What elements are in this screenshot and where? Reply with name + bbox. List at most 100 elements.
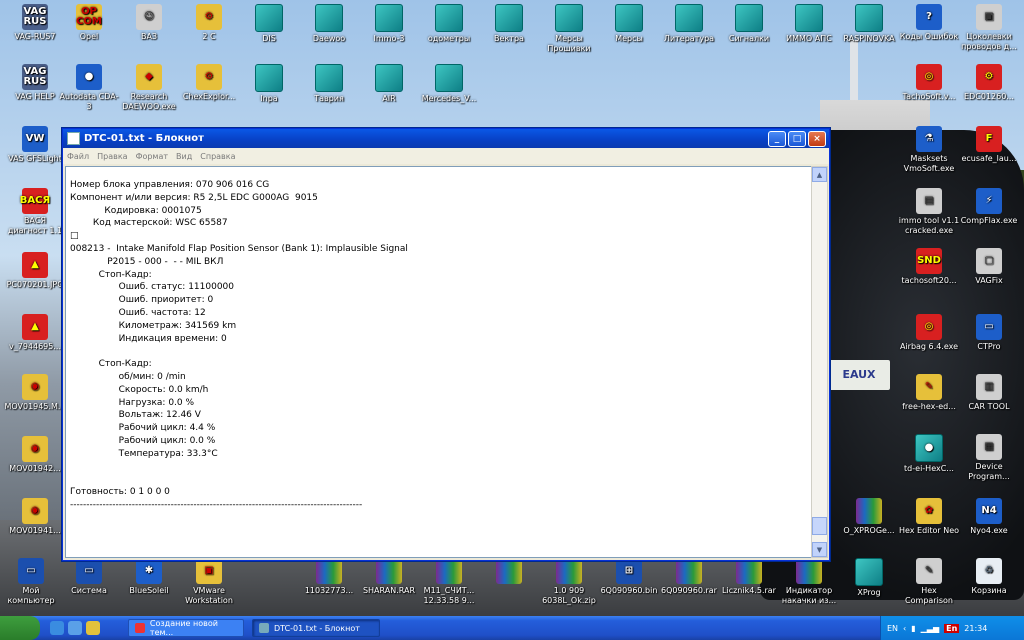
desktop-icon[interactable]: SHARAN.RAR: [358, 558, 420, 596]
desktop-icon[interactable]: ◉ MOV01942...: [4, 436, 66, 474]
desktop-icon[interactable]: ВАСЯ ВАСЯ диагност 1.1: [4, 188, 66, 236]
desktop-icon[interactable]: SND tachosoft20...: [898, 248, 960, 286]
desktop-icon[interactable]: 6Q090960.rar: [658, 558, 720, 596]
menu-item[interactable]: Вид: [176, 152, 192, 161]
desktop-icon[interactable]: одометры: [418, 4, 480, 44]
desktop-icon[interactable]: Индикатор накачки из...: [778, 558, 840, 606]
menu-item[interactable]: Файл: [67, 152, 89, 161]
desktop-icon[interactable]: Licznik4.5.rar: [718, 558, 780, 596]
desktop-icon[interactable]: Вектра: [478, 4, 540, 44]
desktop-icon[interactable]: ⊞ 6Q090960.bin: [598, 558, 660, 596]
desktop-icon[interactable]: ✎ free-hex-ed...: [898, 374, 960, 412]
desktop-icon[interactable]: M11_СЧИТ... 12.33.58 9...: [418, 558, 480, 606]
text-editor[interactable]: Номер блока управления: 070 906 016 CG Ко…: [65, 166, 813, 558]
scroll-up-icon[interactable]: ▲: [812, 167, 827, 182]
desktop-icon[interactable]: Таврия: [298, 64, 360, 104]
desktop-icon[interactable]: ИММО АПС: [778, 4, 840, 44]
app-icon: ✎: [916, 558, 942, 584]
desktop-icon[interactable]: Immo-3: [358, 4, 420, 44]
desktop-icon[interactable]: DIS: [238, 4, 300, 44]
desktop-icon-label: Opel: [79, 32, 99, 41]
menu-item[interactable]: Справка: [200, 152, 235, 161]
desktop-icon[interactable]: ▢ VAGFix: [958, 248, 1020, 286]
menu-item[interactable]: Правка: [97, 152, 127, 161]
desktop-icon[interactable]: N4 Nyo4.exe: [958, 498, 1020, 536]
desktop-icon[interactable]: O_XPROGe...: [838, 498, 900, 536]
maximize-button[interactable]: □: [788, 130, 806, 147]
task-forum[interactable]: Создание новой тем...: [128, 619, 244, 637]
locale-indicator[interactable]: EN: [887, 624, 898, 633]
desktop-icon[interactable]: VAG RUS VAG HELP: [4, 64, 66, 102]
notepad-window[interactable]: DTC-01.txt - Блокнот _ □ × Файл Правка Фор…: [62, 128, 830, 561]
desktop-icon[interactable]: ▲ PC070201.JPG: [4, 252, 66, 290]
desktop-icon[interactable]: ⚙ EDC01260...: [958, 64, 1020, 102]
desktop-icon[interactable]: ● td-ei-HexC...: [898, 434, 960, 474]
desktop-icon[interactable]: ◎ TachoSoft.v...: [898, 64, 960, 102]
quicklaunch-icon[interactable]: [86, 621, 100, 635]
desktop-icon[interactable]: [478, 558, 540, 586]
desktop-icon-label: ChexExplor...: [182, 92, 236, 101]
start-button[interactable]: [0, 616, 40, 640]
desktop-icon[interactable]: Daewoo: [298, 4, 360, 44]
clock[interactable]: 21:34: [964, 624, 987, 633]
desktop-icon[interactable]: ● Autodata CDA-3: [58, 64, 120, 112]
desktop-icon[interactable]: ◉ MOV01945.M...: [4, 374, 66, 412]
desktop-icon[interactable]: ✱ BlueSoleil: [118, 558, 180, 596]
desktop-icon[interactable]: ✿ Hex Editor Neo: [898, 498, 960, 536]
desktop-icon[interactable]: ✎ Hex Comparison: [898, 558, 960, 606]
desktop-icon[interactable]: Inpa: [238, 64, 300, 104]
browser-icon[interactable]: [50, 621, 64, 635]
desktop-icon[interactable]: VAG RUS VAG-RUS7: [4, 4, 66, 42]
desktop-icon[interactable]: 1.0 909 6038L_Ok.zip: [538, 558, 600, 606]
desktop-icon[interactable]: RASPINOVKA: [838, 4, 900, 44]
desktop-icon[interactable]: ▤ immo tool v1.1 cracked.exe: [898, 188, 960, 236]
desktop-icon[interactable]: ▥ CAR TOOL: [958, 374, 1020, 412]
signal-icon[interactable]: ▁▃▅: [921, 624, 939, 633]
desktop-icon[interactable]: OP COM Opel: [58, 4, 120, 42]
chevron-left-icon[interactable]: ‹: [903, 624, 906, 633]
desktop-icon[interactable]: ⚙ 2 С: [178, 4, 240, 42]
desktop-icon[interactable]: ▭ Мой компьютер: [0, 558, 62, 606]
close-button[interactable]: ×: [808, 130, 826, 147]
language-badge[interactable]: En: [944, 623, 960, 633]
desktop-icon[interactable]: ▭ CTPro: [958, 314, 1020, 352]
desktop-icon[interactable]: Сигналки: [718, 4, 780, 44]
desktop-icon[interactable]: ▦ Device Program...: [958, 434, 1020, 482]
minimize-button[interactable]: _: [768, 130, 786, 147]
desktop-icon[interactable]: ⚡ CompFlax.exe: [958, 188, 1020, 226]
desktop-icon[interactable]: ? Коды Ошибок: [898, 4, 960, 42]
desktop-icon[interactable]: ▣ Цоколевки проводов д...: [958, 4, 1020, 52]
desktop-icon[interactable]: ▭ Система: [58, 558, 120, 596]
desktop-icon[interactable]: Литература: [658, 4, 720, 44]
desktop-icon[interactable]: ▲ v_7944695...: [4, 314, 66, 352]
desktop-icon[interactable]: 11032773...: [298, 558, 360, 596]
menu-item[interactable]: Формат: [136, 152, 168, 161]
scroll-down-icon[interactable]: ▼: [812, 542, 827, 557]
title-bar[interactable]: DTC-01.txt - Блокнот _ □ ×: [63, 129, 829, 148]
battery-icon[interactable]: ▮: [911, 624, 915, 633]
desktop-icon[interactable]: VW VAS GFSLight: [4, 126, 66, 164]
desktop-icon[interactable]: XProg: [838, 558, 900, 598]
task-notepad[interactable]: DTC-01.txt - Блокнот: [252, 619, 380, 637]
explorer-icon[interactable]: [68, 621, 82, 635]
desktop-icon[interactable]: ☺ ВАЗ: [118, 4, 180, 42]
desktop-icon-label: v_7944695...: [9, 342, 61, 351]
desktop-icon[interactable]: ♻ Корзина: [958, 558, 1020, 596]
desktop-icon[interactable]: Мерсы Прошивки: [538, 4, 600, 54]
desktop-icon[interactable]: Fecusafe_lau...: [958, 126, 1020, 164]
desktop-icon[interactable]: Мерсы: [598, 4, 660, 44]
desktop-icon[interactable]: AIR: [358, 64, 420, 104]
app-icon: ◉: [22, 498, 48, 524]
desktop-icon[interactable]: ⚙ ChexExplor...: [178, 64, 240, 102]
desktop-icon[interactable]: ◉ MOV01941...: [4, 498, 66, 536]
scroll-thumb[interactable]: [812, 517, 827, 535]
app-icon: [375, 4, 403, 32]
desktop-icon[interactable]: ◎ Airbag 6.4.exe: [898, 314, 960, 352]
desktop-icon[interactable]: ⚗ Masksets VmoSoft.exe: [898, 126, 960, 174]
desktop-icon-label: ВАЗ: [140, 32, 158, 41]
desktop-icon[interactable]: ▣ VMware Workstation: [178, 558, 240, 606]
vertical-scrollbar[interactable]: ▲ ▼: [811, 166, 828, 558]
desktop-icon[interactable]: Mercedes_V...: [418, 64, 480, 104]
desktop-icon[interactable]: ◆ Research DAEWOO.exe: [118, 64, 180, 112]
desktop-icon-label: XProg: [857, 588, 881, 597]
